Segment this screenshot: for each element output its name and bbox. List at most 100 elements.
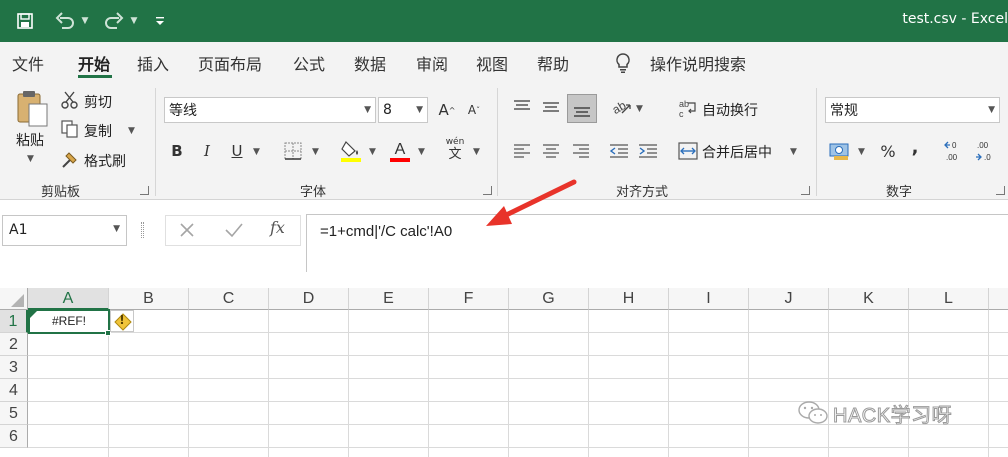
percent-style-button[interactable]: % [876,138,900,164]
merge-dropdown-icon[interactable]: ▼ [790,147,797,157]
column-header[interactable]: C [189,288,269,310]
save-icon[interactable] [14,10,36,32]
row-header[interactable]: 4 [0,379,28,402]
italic-button[interactable]: I [196,138,218,164]
cell-a1[interactable]: #REF! [28,309,110,334]
column-header[interactable]: H [589,288,669,310]
row-header[interactable]: 1 [0,310,28,333]
column-header[interactable] [989,288,1008,310]
underline-button[interactable]: U [226,138,248,164]
clipboard-dialog-launcher[interactable] [140,186,149,195]
column-header[interactable]: F [429,288,509,310]
increase-indent-icon[interactable] [638,143,658,159]
error-smart-tag[interactable]: ! [110,310,134,332]
font-color-icon[interactable]: A [389,138,411,164]
undo-icon[interactable] [52,10,78,32]
name-box[interactable]: A1 ▼ [2,215,127,246]
alignment-dialog-launcher[interactable] [801,186,810,195]
copy-dropdown-icon[interactable]: ▼ [128,126,135,136]
merge-center-icon[interactable] [678,141,698,161]
customize-quick-access-icon[interactable] [152,10,168,32]
tab-home[interactable]: 开始 [78,51,110,75]
align-right-icon[interactable] [572,143,590,159]
align-bottom-icon[interactable] [567,94,597,123]
format-painter-icon[interactable] [61,150,79,168]
cut-button[interactable]: 剪切 [84,92,112,112]
fill-color-dropdown-icon[interactable]: ▼ [369,147,376,157]
wrap-text-icon[interactable]: ab c [678,98,698,119]
cancel-icon[interactable] [178,221,196,239]
column-header[interactable]: I [669,288,749,310]
clipboard-group-label: 剪贴板 [41,185,81,200]
tell-me-search[interactable]: 操作说明搜索 [650,51,746,75]
orientation-icon[interactable]: ab [610,97,632,117]
format-painter-button[interactable]: 格式刷 [84,151,126,171]
chevron-down-icon: ▼ [113,224,120,234]
phonetic-dropdown-icon[interactable]: ▼ [473,147,480,157]
copy-button[interactable]: 复制 [84,121,112,141]
formula-input[interactable]: =1+cmd|'/C calc'!A0 [306,214,1008,272]
font-color-dropdown-icon[interactable]: ▼ [418,147,425,157]
increase-decimal-icon[interactable]: 0.00 [944,139,966,163]
orientation-dropdown-icon[interactable]: ▼ [636,104,643,114]
copy-icon[interactable] [61,120,79,138]
phonetic-top-text: wén [445,137,465,147]
paste-icon[interactable] [14,88,50,128]
column-header[interactable]: A [28,288,109,310]
tab-formulas[interactable]: 公式 [293,51,325,75]
align-middle-icon[interactable] [542,99,560,115]
scissors-icon[interactable] [61,91,79,109]
align-center-icon[interactable] [542,143,560,159]
tab-file[interactable]: 文件 [12,51,44,75]
accounting-dropdown-icon[interactable]: ▼ [858,147,865,157]
borders-dropdown-icon[interactable]: ▼ [312,147,319,157]
row-header[interactable]: 6 [0,425,28,448]
enter-check-icon[interactable] [224,221,244,239]
align-left-icon[interactable] [513,143,531,159]
worksheet-grid: A B C D E F G H I J K L 1 2 3 4 5 6 #REF… [0,282,1008,457]
column-header[interactable]: K [829,288,909,310]
column-header[interactable]: D [269,288,349,310]
tab-page-layout[interactable]: 页面布局 [198,51,262,75]
borders-icon[interactable] [283,141,303,161]
undo-dropdown-icon[interactable]: ▼ [80,10,90,32]
merge-center-button[interactable]: 合并后居中 [702,142,772,162]
column-header[interactable]: G [509,288,589,310]
number-dialog-launcher[interactable] [996,186,1005,195]
number-format-select[interactable]: 常规 ▼ [825,97,1000,123]
tab-view[interactable]: 视图 [476,51,508,75]
row-header[interactable]: 3 [0,356,28,379]
tab-data[interactable]: 数据 [354,51,386,75]
resize-handle[interactable] [141,222,144,238]
decrease-font-size-icon[interactable]: Aˇ [463,97,485,123]
phonetic-guide-icon[interactable]: wén 文 [444,137,466,165]
column-header[interactable]: L [909,288,989,310]
bold-button[interactable]: B [166,138,188,164]
tab-insert[interactable]: 插入 [137,51,169,75]
select-all-corner[interactable] [0,288,28,310]
paste-button[interactable]: 粘贴 [16,130,44,150]
tab-review[interactable]: 审阅 [416,51,448,75]
font-name-select[interactable]: 等线 ▼ [164,97,376,123]
redo-icon[interactable] [101,10,127,32]
column-header[interactable]: J [749,288,829,310]
lightbulb-icon[interactable] [613,52,635,74]
redo-dropdown-icon[interactable]: ▼ [129,10,139,32]
column-header[interactable]: B [109,288,189,310]
increase-font-size-icon[interactable]: A ^ [436,97,458,123]
paste-dropdown-icon[interactable]: ▼ [27,154,34,164]
underline-dropdown-icon[interactable]: ▼ [253,147,260,157]
align-top-icon[interactable] [513,99,531,115]
accounting-format-icon[interactable] [829,140,853,162]
insert-function-icon[interactable]: fx [270,218,290,240]
column-header[interactable]: E [349,288,429,310]
decrease-indent-icon[interactable] [609,143,629,159]
font-size-select[interactable]: 8 ▼ [378,97,428,123]
fill-color-icon[interactable] [340,138,362,164]
tab-help[interactable]: 帮助 [537,51,569,75]
row-header[interactable]: 5 [0,402,28,425]
comma-style-button[interactable]: , [905,134,925,160]
decrease-decimal-icon[interactable]: .00.0 [975,139,997,163]
wrap-text-button[interactable]: 自动换行 [702,100,758,120]
row-header[interactable]: 2 [0,333,28,356]
